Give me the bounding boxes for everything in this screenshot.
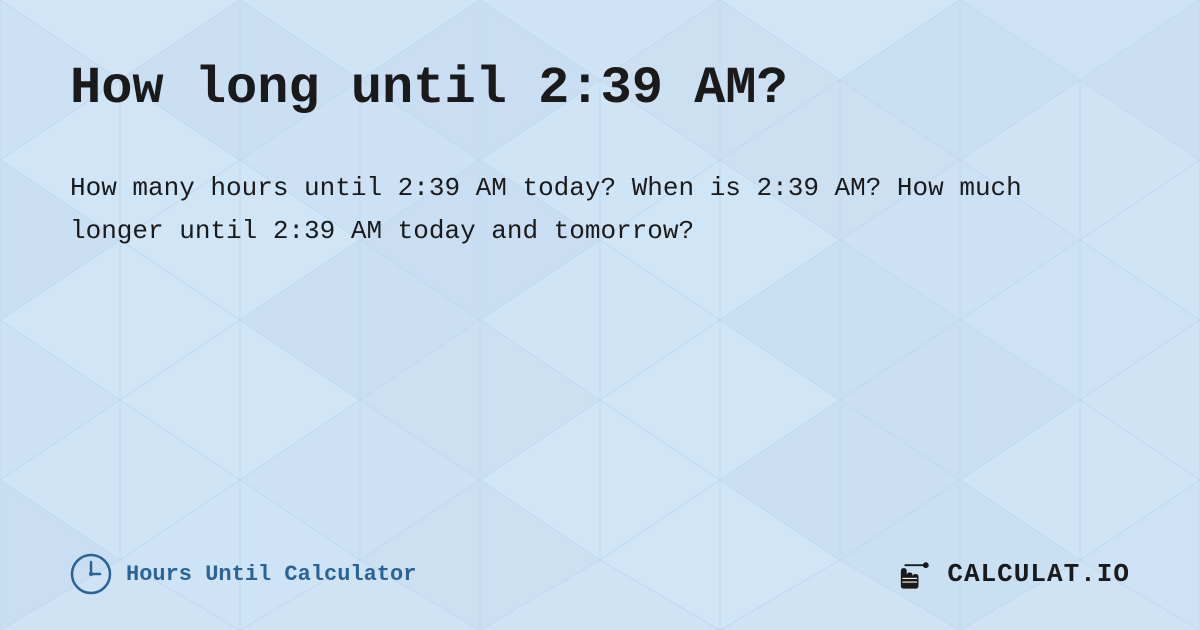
footer: Hours Until Calculator CALCULAT.IO	[70, 553, 1130, 595]
hours-calculator-label: Hours Until Calculator	[126, 562, 416, 587]
hours-calculator-branding: Hours Until Calculator	[70, 553, 416, 595]
page-title: How long until 2:39 AM?	[70, 60, 1130, 117]
clock-icon	[70, 553, 112, 595]
page-description: How many hours until 2:39 AM today? When…	[70, 167, 1130, 253]
calculat-brand-label: CALCULAT.IO	[947, 559, 1130, 589]
calculat-brand-icon	[895, 556, 939, 592]
calculat-logo: CALCULAT.IO	[895, 556, 1130, 592]
